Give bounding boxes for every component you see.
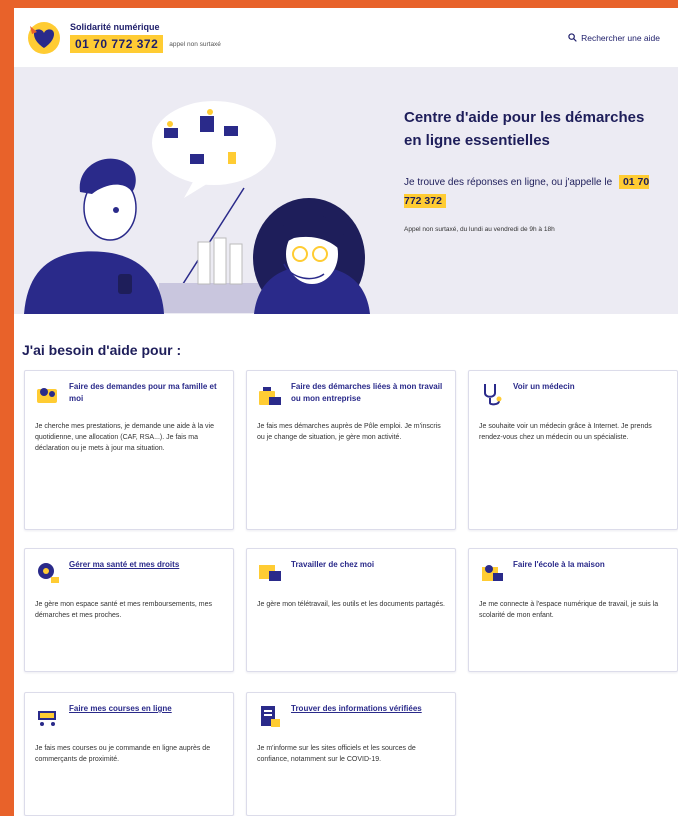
card-title[interactable]: Faire des démarches liées à mon travail … — [291, 381, 445, 404]
card-description: Je me connecte à l'espace numérique de t… — [479, 601, 659, 620]
hero-subtitle-text: Je trouve des réponses en ligne, ou j'ap… — [404, 176, 613, 188]
site-header: Solidarité numérique 01 70 772 372 appel… — [14, 8, 678, 68]
card-title[interactable]: Travailler de chez moi — [291, 559, 374, 571]
cart-icon — [38, 711, 56, 726]
card-description: Je souhaite voir un médecin grâce à Inte… — [479, 423, 652, 442]
card-description: Je fais mes courses ou je commande en li… — [35, 745, 211, 764]
hero-hours: Appel non surtaxé, du lundi au vendredi … — [404, 226, 555, 234]
briefcase-icon — [259, 387, 281, 405]
family-icon — [37, 388, 57, 403]
hero-banner: Centre d'aide pour les démarches en lign… — [14, 68, 678, 314]
help-card-school[interactable]: Faire l'école à la maison Je me connecte… — [468, 548, 678, 672]
brand-title[interactable]: Solidarité numérique — [70, 22, 221, 32]
card-title[interactable]: Gérer ma santé et mes droits — [69, 559, 179, 571]
stethoscope-icon — [484, 384, 502, 406]
search-icon — [568, 33, 577, 42]
help-card-health[interactable]: Gérer ma santé et mes droits Je gère mon… — [24, 548, 234, 672]
header-phone-number[interactable]: 01 70 772 372 — [70, 35, 164, 53]
help-card-shopping[interactable]: Faire mes courses en ligne Je fais mes c… — [24, 692, 234, 816]
search-help-link[interactable]: Rechercher une aide — [568, 33, 666, 43]
card-description: Je gère mon espace santé et mes rembours… — [35, 601, 213, 620]
card-description: Je cherche mes prestations, je demande u… — [35, 423, 214, 453]
laptop-icon — [259, 565, 281, 581]
document-icon — [261, 706, 280, 727]
hero-subtitle: Je trouve des réponses en ligne, ou j'ap… — [404, 173, 664, 213]
brand: Solidarité numérique 01 70 772 372 appel… — [70, 22, 221, 53]
help-card-info[interactable]: Trouver des informations vérifiées Je m'… — [246, 692, 456, 816]
school-icon — [482, 565, 503, 581]
help-card-remote-work[interactable]: Travailler de chez moi Je gère mon télét… — [246, 548, 456, 672]
card-title[interactable]: Trouver des informations vérifiées — [291, 703, 422, 715]
help-card-work[interactable]: Faire des démarches liées à mon travail … — [246, 370, 456, 530]
card-title[interactable]: Faire l'école à la maison — [513, 559, 605, 571]
card-description: Je fais mes démarches auprès de Pôle emp… — [257, 423, 441, 442]
phone-note: appel non surtaxé — [169, 40, 221, 48]
card-description: Je m'informe sur les sites officiels et … — [257, 745, 416, 764]
health-icon — [38, 563, 59, 583]
page: Solidarité numérique 01 70 772 372 appel… — [14, 8, 678, 816]
section-title: J'ai besoin d'aide pour : — [22, 342, 182, 358]
search-help-label: Rechercher une aide — [581, 32, 660, 43]
card-title[interactable]: Voir un médecin — [513, 381, 575, 393]
hero-title: Centre d'aide pour les démarches en lign… — [404, 109, 645, 150]
hero-text: Centre d'aide pour les démarches en lign… — [404, 106, 664, 233]
hero-illustration — [24, 101, 370, 314]
card-title[interactable]: Faire mes courses en ligne — [69, 703, 172, 715]
card-title[interactable]: Faire des demandes pour ma famille et mo… — [69, 381, 223, 404]
logo-icon[interactable] — [26, 20, 62, 56]
help-card-family[interactable]: Faire des demandes pour ma famille et mo… — [24, 370, 234, 530]
card-description: Je gère mon télétravail, les outils et l… — [257, 601, 445, 608]
help-card-doctor[interactable]: Voir un médecin Je souhaite voir un méde… — [468, 370, 678, 530]
